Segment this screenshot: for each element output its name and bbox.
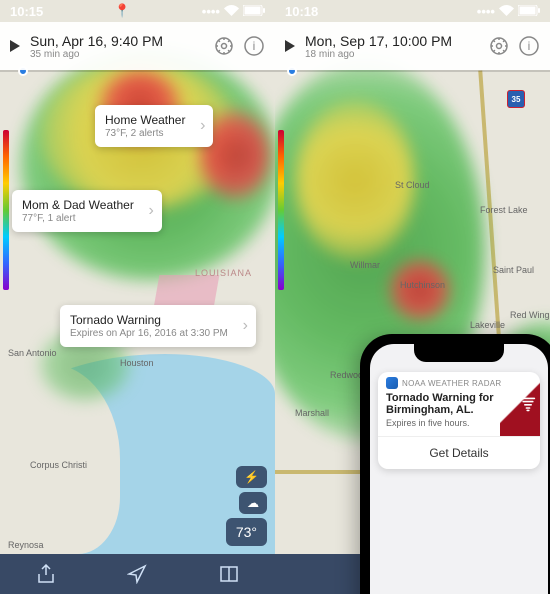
battery-icon	[518, 4, 540, 19]
header-bar: Mon, Sep 17, 10:00 PM 18 min ago i	[275, 22, 550, 70]
header-date: Sun, Apr 16, 9:40 PM	[30, 33, 205, 49]
play-button[interactable]	[10, 40, 20, 52]
signal-icon: ••••	[202, 4, 220, 19]
battery-icon	[243, 4, 265, 19]
bottom-toolbar	[0, 554, 275, 594]
settings-icon[interactable]	[488, 35, 510, 57]
info-icon[interactable]: i	[518, 35, 540, 57]
layers-icon[interactable]	[218, 563, 240, 585]
timeline-scrubber[interactable]	[275, 70, 550, 72]
wifi-icon	[224, 4, 239, 19]
timeline-scrubber[interactable]	[0, 70, 275, 72]
lightning-button[interactable]: ⚡	[236, 466, 267, 488]
wifi-icon	[499, 4, 514, 19]
svg-text:i: i	[253, 39, 256, 53]
left-screenshot: San Antonio Houston Corpus Christi Reyno…	[0, 0, 275, 594]
chevron-right-icon: ›	[243, 317, 248, 335]
city-label: Houston	[120, 358, 154, 368]
state-label: LOUISIANA	[195, 268, 252, 278]
status-time: 10:18	[285, 4, 318, 19]
radar-color-scale	[3, 130, 9, 290]
header-subtitle: 35 min ago	[30, 49, 205, 60]
callout-subtitle: 77°F, 1 alert	[22, 213, 134, 224]
header-subtitle: 18 min ago	[305, 49, 480, 60]
mockup-screen: NOAA WEATHER RADAR Tornado Warning for B…	[370, 344, 548, 594]
city-label: Corpus Christi	[30, 460, 87, 470]
chevron-right-icon: ›	[200, 117, 205, 135]
status-time: 10:15	[10, 4, 43, 19]
city-label: St Cloud	[395, 180, 430, 190]
city-label: Willmar	[350, 260, 380, 270]
callout-title: Tornado Warning	[70, 313, 228, 327]
city-label: Forest Lake	[480, 205, 528, 215]
city-label: Saint Paul	[493, 265, 534, 275]
city-label: San Antonio	[8, 348, 57, 358]
callout-title: Mom & Dad Weather	[22, 198, 134, 212]
info-icon[interactable]: i	[243, 35, 265, 57]
status-bar: 10:15 📍 ••••	[0, 0, 275, 22]
phone-notch	[414, 344, 504, 362]
notification-body: Tornado Warning for Birmingham, AL. Expi…	[378, 392, 540, 436]
notification-mockup-phone: NOAA WEATHER RADAR Tornado Warning for B…	[360, 334, 550, 594]
city-label: Reynosa	[8, 540, 44, 550]
header-bar: Sun, Apr 16, 9:40 PM 35 min ago i	[0, 22, 275, 70]
callout-title: Home Weather	[105, 113, 185, 127]
location-icon[interactable]	[126, 563, 148, 585]
scale-label: Mixed	[275, 263, 276, 284]
tornado-icon	[500, 372, 540, 436]
right-screenshot: 35 90 Saint Paul Forest Lake St Cloud Re…	[275, 0, 550, 594]
radar-precip-red	[390, 260, 450, 320]
play-button[interactable]	[285, 40, 295, 52]
callout-mom-dad-weather[interactable]: Mom & Dad Weather 77°F, 1 alert ›	[12, 190, 162, 232]
city-label: Marshall	[295, 408, 329, 418]
callout-subtitle: Expires on Apr 16, 2016 at 3:30 PM	[70, 328, 228, 339]
svg-text:i: i	[528, 39, 531, 53]
city-label: Red Wing	[510, 310, 550, 320]
scale-label: Snow	[275, 184, 276, 204]
callout-home-weather[interactable]: Home Weather 73°F, 2 alerts ›	[95, 105, 213, 147]
scale-label: Snow	[0, 184, 1, 204]
notification-app-name: NOAA WEATHER RADAR	[402, 379, 502, 388]
status-bar: 10:18 ••••	[275, 0, 550, 22]
settings-icon[interactable]	[213, 35, 235, 57]
app-icon	[386, 377, 398, 389]
chevron-right-icon: ›	[149, 202, 154, 220]
callout-tornado-warning[interactable]: Tornado Warning Expires on Apr 16, 2016 …	[60, 305, 256, 347]
callout-subtitle: 73°F, 2 alerts	[105, 128, 185, 139]
scale-label: Mixed	[0, 263, 1, 284]
cloud-button[interactable]: ☁	[239, 492, 267, 514]
header-date: Mon, Sep 17, 10:00 PM	[305, 33, 480, 49]
temperature-pill[interactable]: 73°	[226, 518, 267, 546]
notification-card[interactable]: NOAA WEATHER RADAR Tornado Warning for B…	[378, 372, 540, 469]
city-label: Hutchinson	[400, 280, 445, 290]
highway-shield: 35	[507, 90, 525, 108]
header-text[interactable]: Mon, Sep 17, 10:00 PM 18 min ago	[305, 33, 480, 60]
get-details-button[interactable]: Get Details	[378, 436, 540, 469]
signal-icon: ••••	[477, 4, 495, 19]
header-text[interactable]: Sun, Apr 16, 9:40 PM 35 min ago	[30, 33, 205, 60]
share-icon[interactable]	[35, 563, 57, 585]
weather-widget: ⚡ ☁ 73°	[226, 466, 267, 546]
city-label: Lakeville	[470, 320, 505, 330]
radar-color-scale	[278, 130, 284, 290]
